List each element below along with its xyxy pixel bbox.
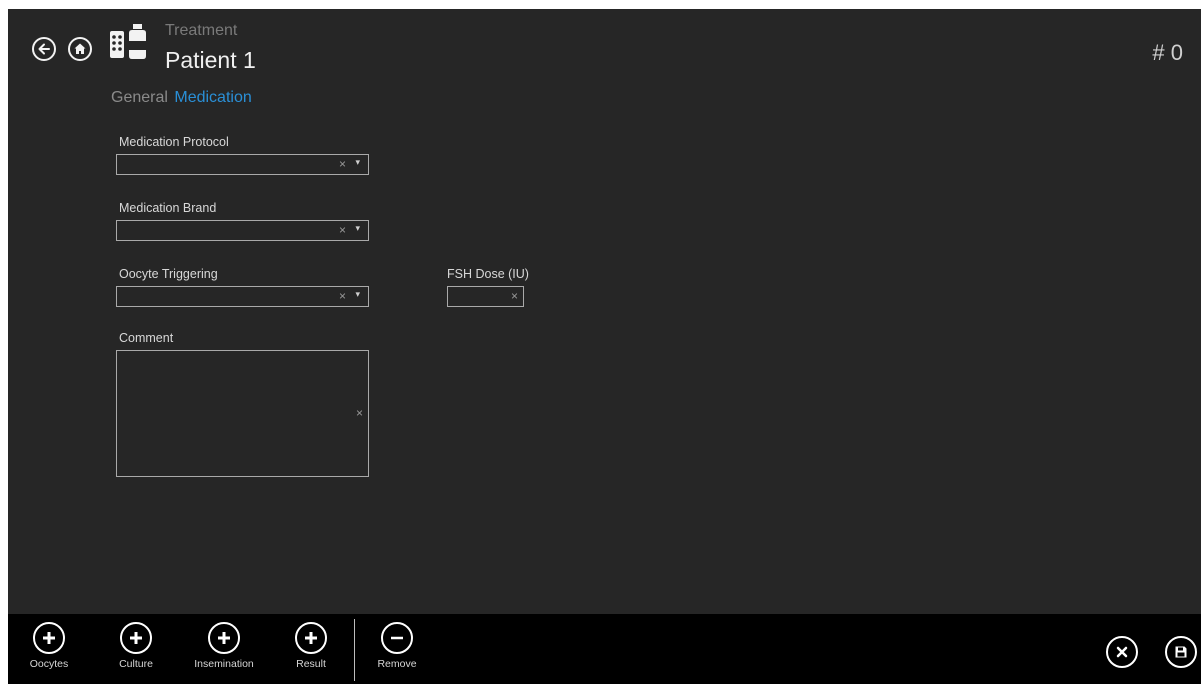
page-title: Patient 1 <box>165 47 256 73</box>
back-button[interactable] <box>32 37 56 61</box>
medication-brand-label: Medication Brand <box>119 201 217 215</box>
clear-icon[interactable]: × <box>339 289 346 303</box>
home-button[interactable] <box>68 37 92 61</box>
button-label: Result <box>296 658 326 670</box>
divider <box>354 619 355 681</box>
tab-bar: General Medication <box>111 89 252 107</box>
home-icon <box>74 43 86 54</box>
button-label: Oocytes <box>29 658 69 670</box>
comment-label: Comment <box>119 331 174 345</box>
add-oocytes-button[interactable]: Oocytes <box>19 622 79 670</box>
medication-brand-select[interactable]: × ▾ <box>116 220 369 241</box>
app-window: Treatment Patient 1 # 0 General Medicati… <box>8 9 1201 684</box>
medication-protocol-select[interactable]: × ▾ <box>116 154 369 175</box>
button-label: Insemination <box>194 658 254 670</box>
clear-icon[interactable]: × <box>511 289 518 303</box>
add-result-button[interactable]: Result <box>281 622 341 670</box>
save-button[interactable] <box>1151 636 1201 668</box>
plus-circle-icon <box>33 622 65 654</box>
minus-circle-icon <box>381 622 413 654</box>
chevron-down-icon[interactable]: ▾ <box>355 289 360 300</box>
chevron-down-icon[interactable]: ▾ <box>355 223 360 234</box>
oocyte-triggering-label: Oocyte Triggering <box>119 267 218 281</box>
oocyte-triggering-select[interactable]: × ▾ <box>116 286 369 307</box>
clear-icon[interactable]: × <box>356 406 363 420</box>
button-label: Culture <box>119 658 153 670</box>
remove-button[interactable]: Remove <box>367 622 427 670</box>
plus-circle-icon <box>295 622 327 654</box>
plus-circle-icon <box>208 622 240 654</box>
add-culture-button[interactable]: Culture <box>106 622 166 670</box>
fsh-dose-label: FSH Dose (IU) <box>447 267 529 281</box>
save-icon <box>1165 636 1197 668</box>
close-circle-icon <box>1106 636 1138 668</box>
record-counter: # 0 <box>1152 40 1183 65</box>
add-insemination-button[interactable]: Insemination <box>194 622 254 670</box>
plus-circle-icon <box>120 622 152 654</box>
cancel-button[interactable] <box>1092 636 1152 668</box>
arrow-left-icon <box>38 43 50 55</box>
medication-icon <box>110 24 146 59</box>
bottom-app-bar: Oocytes Culture Insemination Result Remo… <box>8 614 1201 684</box>
clear-icon[interactable]: × <box>339 223 346 237</box>
chevron-down-icon[interactable]: ▾ <box>355 157 360 168</box>
clear-icon[interactable]: × <box>339 157 346 171</box>
section-title: Treatment <box>165 22 238 39</box>
button-label: Remove <box>377 658 417 670</box>
medication-protocol-label: Medication Protocol <box>119 135 229 149</box>
fsh-dose-input[interactable]: × <box>447 286 524 307</box>
comment-textarea[interactable]: × <box>116 350 369 477</box>
tab-medication[interactable]: Medication <box>174 89 251 107</box>
tab-general[interactable]: General <box>111 89 168 107</box>
